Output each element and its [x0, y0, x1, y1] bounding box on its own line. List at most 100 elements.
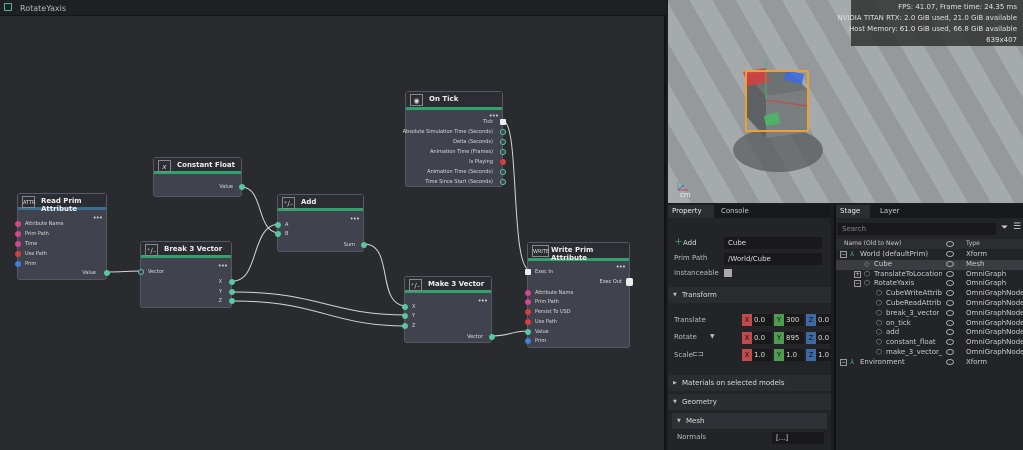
- pin-dot[interactable]: [104, 270, 110, 276]
- node-menu-icon[interactable]: •••: [93, 214, 103, 222]
- pin-dot[interactable]: [525, 329, 531, 335]
- pin-dot[interactable]: [229, 289, 235, 295]
- translate-z-field[interactable]: 0.0: [816, 314, 831, 326]
- node-read-prim-attribute[interactable]: ATTR Read Prim Attribute ••• Attribute N…: [15, 193, 110, 280]
- tab-property[interactable]: Property: [668, 205, 714, 218]
- stage-row[interactable]: ⬡ break_3_vector OmniGraphNode: [836, 309, 1023, 319]
- pin-dot[interactable]: [15, 241, 21, 247]
- pin-dot[interactable]: [489, 334, 495, 340]
- mesh-section[interactable]: ▼ Mesh: [672, 413, 827, 429]
- expand-icon[interactable]: −: [854, 280, 861, 288]
- pin-dot[interactable]: [275, 231, 281, 237]
- pin-dot[interactable]: [525, 309, 531, 315]
- prim-name-field[interactable]: Cube: [724, 237, 822, 249]
- node-menu-icon[interactable]: •••: [350, 215, 360, 223]
- prim-path-field[interactable]: /World/Cube: [724, 253, 822, 265]
- pin-dot[interactable]: [402, 323, 408, 329]
- rotate-z-field[interactable]: 0.0: [816, 332, 831, 344]
- geometry-section[interactable]: ▼ Geometry: [668, 394, 831, 410]
- pin-dot[interactable]: [229, 279, 235, 285]
- visibility-icon[interactable]: [946, 309, 954, 316]
- materials-section[interactable]: ▶ Materials on selected models: [668, 375, 831, 391]
- translate-y-field[interactable]: 300: [784, 314, 804, 326]
- visibility-icon[interactable]: [946, 358, 954, 365]
- pin-dot[interactable]: [525, 290, 531, 296]
- stage-row[interactable]: ⬡ CubeReadAttrib OmniGraphNode: [836, 299, 1023, 309]
- graph-editor[interactable]: RotateYaxis ATTR Read Prim Attribute •••…: [0, 0, 666, 450]
- stage-row[interactable]: − ⅄ World (defaultPrim) Xform: [836, 250, 1023, 260]
- scale-z-field[interactable]: 1.0: [816, 349, 831, 361]
- expand-icon[interactable]: +: [854, 270, 861, 278]
- stage-row[interactable]: ⬡ add OmniGraphNode: [836, 328, 1023, 338]
- node-constant-float[interactable]: x Constant Float Value: [153, 157, 245, 197]
- tab-stage[interactable]: Stage: [836, 205, 870, 218]
- visibility-icon[interactable]: [946, 280, 954, 287]
- stage-row[interactable]: ⬡ CubeWriteAttrib OmniGraphNode: [836, 289, 1023, 299]
- visibility-icon[interactable]: [946, 329, 954, 336]
- node-break-3-vector[interactable]: ⁺∕₋ Break 3 Vector ••• Vector X Y Z: [138, 241, 235, 308]
- stage-row[interactable]: ⬡ on_tick OmniGraphNode: [836, 319, 1023, 329]
- viewport[interactable]: FPS: 41.07, Frame time: 24.35 ms NVIDIA …: [668, 0, 1023, 203]
- scale-x-field[interactable]: 1.0: [752, 349, 772, 361]
- visibility-icon[interactable]: [946, 260, 954, 267]
- pin-dot[interactable]: [500, 119, 506, 125]
- tab-console[interactable]: Console: [717, 205, 753, 218]
- node-add[interactable]: ⁺∕₋ Add ••• A B Sum: [275, 194, 367, 252]
- pin-dot[interactable]: [500, 159, 506, 165]
- visibility-icon[interactable]: [946, 349, 954, 355]
- node-menu-icon[interactable]: •••: [478, 297, 488, 305]
- stage-row[interactable]: − ⅄ Environment Xform: [836, 358, 1023, 368]
- node-make-3-vector[interactable]: ⁺∕₋ Make 3 Vector ••• X Y Z Vector: [402, 276, 495, 343]
- stage-search-input[interactable]: Search: [838, 223, 996, 235]
- expand-icon[interactable]: −: [840, 358, 847, 366]
- stage-row[interactable]: ⬡ constant_float OmniGraphNode: [836, 338, 1023, 348]
- scale-y-field[interactable]: 1.0: [784, 349, 804, 361]
- rotate-y-field[interactable]: 895: [784, 332, 804, 344]
- pin-dot[interactable]: [229, 298, 235, 304]
- node-menu-icon[interactable]: •••: [616, 263, 626, 271]
- expand-icon[interactable]: −: [840, 251, 847, 258]
- pin-dot[interactable]: [15, 231, 21, 237]
- instanceable-checkbox[interactable]: [724, 269, 732, 277]
- pin-dot[interactable]: [361, 242, 367, 248]
- normals-field[interactable]: [...]: [772, 432, 824, 444]
- visibility-icon[interactable]: [946, 319, 954, 326]
- pin-dot[interactable]: [525, 299, 531, 305]
- visibility-icon[interactable]: [946, 300, 954, 306]
- transform-section[interactable]: ▼ Transform: [668, 287, 831, 303]
- pin-dot[interactable]: [525, 319, 531, 325]
- visibility-icon[interactable]: [946, 251, 954, 257]
- stage-row[interactable]: − ⬡ RotateYaxis OmniGraph: [836, 279, 1023, 289]
- link-scale-icon[interactable]: ⊏⊐: [692, 350, 704, 358]
- pin-dot[interactable]: [402, 313, 408, 319]
- visibility-icon[interactable]: [946, 290, 954, 297]
- pin-dot[interactable]: [15, 251, 21, 257]
- pin-dot[interactable]: [500, 139, 506, 145]
- stage-row[interactable]: ⬡ make_3_vector_0 OmniGraphNode: [836, 348, 1023, 358]
- pin-dot[interactable]: [138, 269, 144, 275]
- pin-dot[interactable]: [525, 269, 531, 275]
- pin-dot[interactable]: [402, 304, 408, 310]
- pin-dot[interactable]: [626, 278, 633, 286]
- node-write-prim-attribute[interactable]: WRITE Write Prim Attribute ••• Exec In E…: [525, 242, 633, 348]
- pin-dot[interactable]: [500, 149, 506, 155]
- tab-layer[interactable]: Layer: [876, 205, 904, 218]
- node-menu-icon[interactable]: •••: [218, 262, 228, 270]
- rotate-dropdown-icon[interactable]: ▼: [710, 333, 715, 340]
- node-on-tick[interactable]: ◉ On Tick ••• Tick Absolute Simulation T…: [403, 91, 506, 187]
- pin-dot[interactable]: [500, 179, 506, 185]
- visibility-icon[interactable]: [946, 270, 954, 277]
- translate-x-field[interactable]: 0.0: [752, 314, 772, 326]
- pin-dot[interactable]: [239, 184, 245, 190]
- pin-dot[interactable]: [15, 221, 21, 227]
- rotate-x-field[interactable]: 0.0: [752, 332, 772, 344]
- visibility-icon[interactable]: [946, 339, 954, 346]
- pin-dot[interactable]: [15, 261, 21, 267]
- pin-dot[interactable]: [500, 129, 506, 135]
- menu-icon[interactable]: ☰: [1013, 222, 1021, 232]
- add-button[interactable]: ＋Add: [674, 237, 702, 249]
- filter-icon[interactable]: ⏷: [1001, 223, 1008, 233]
- pin-dot[interactable]: [525, 338, 531, 344]
- pin-dot[interactable]: [275, 222, 281, 228]
- stage-row[interactable]: + ⬡ TranslateToLocation OmniGraph: [836, 270, 1023, 280]
